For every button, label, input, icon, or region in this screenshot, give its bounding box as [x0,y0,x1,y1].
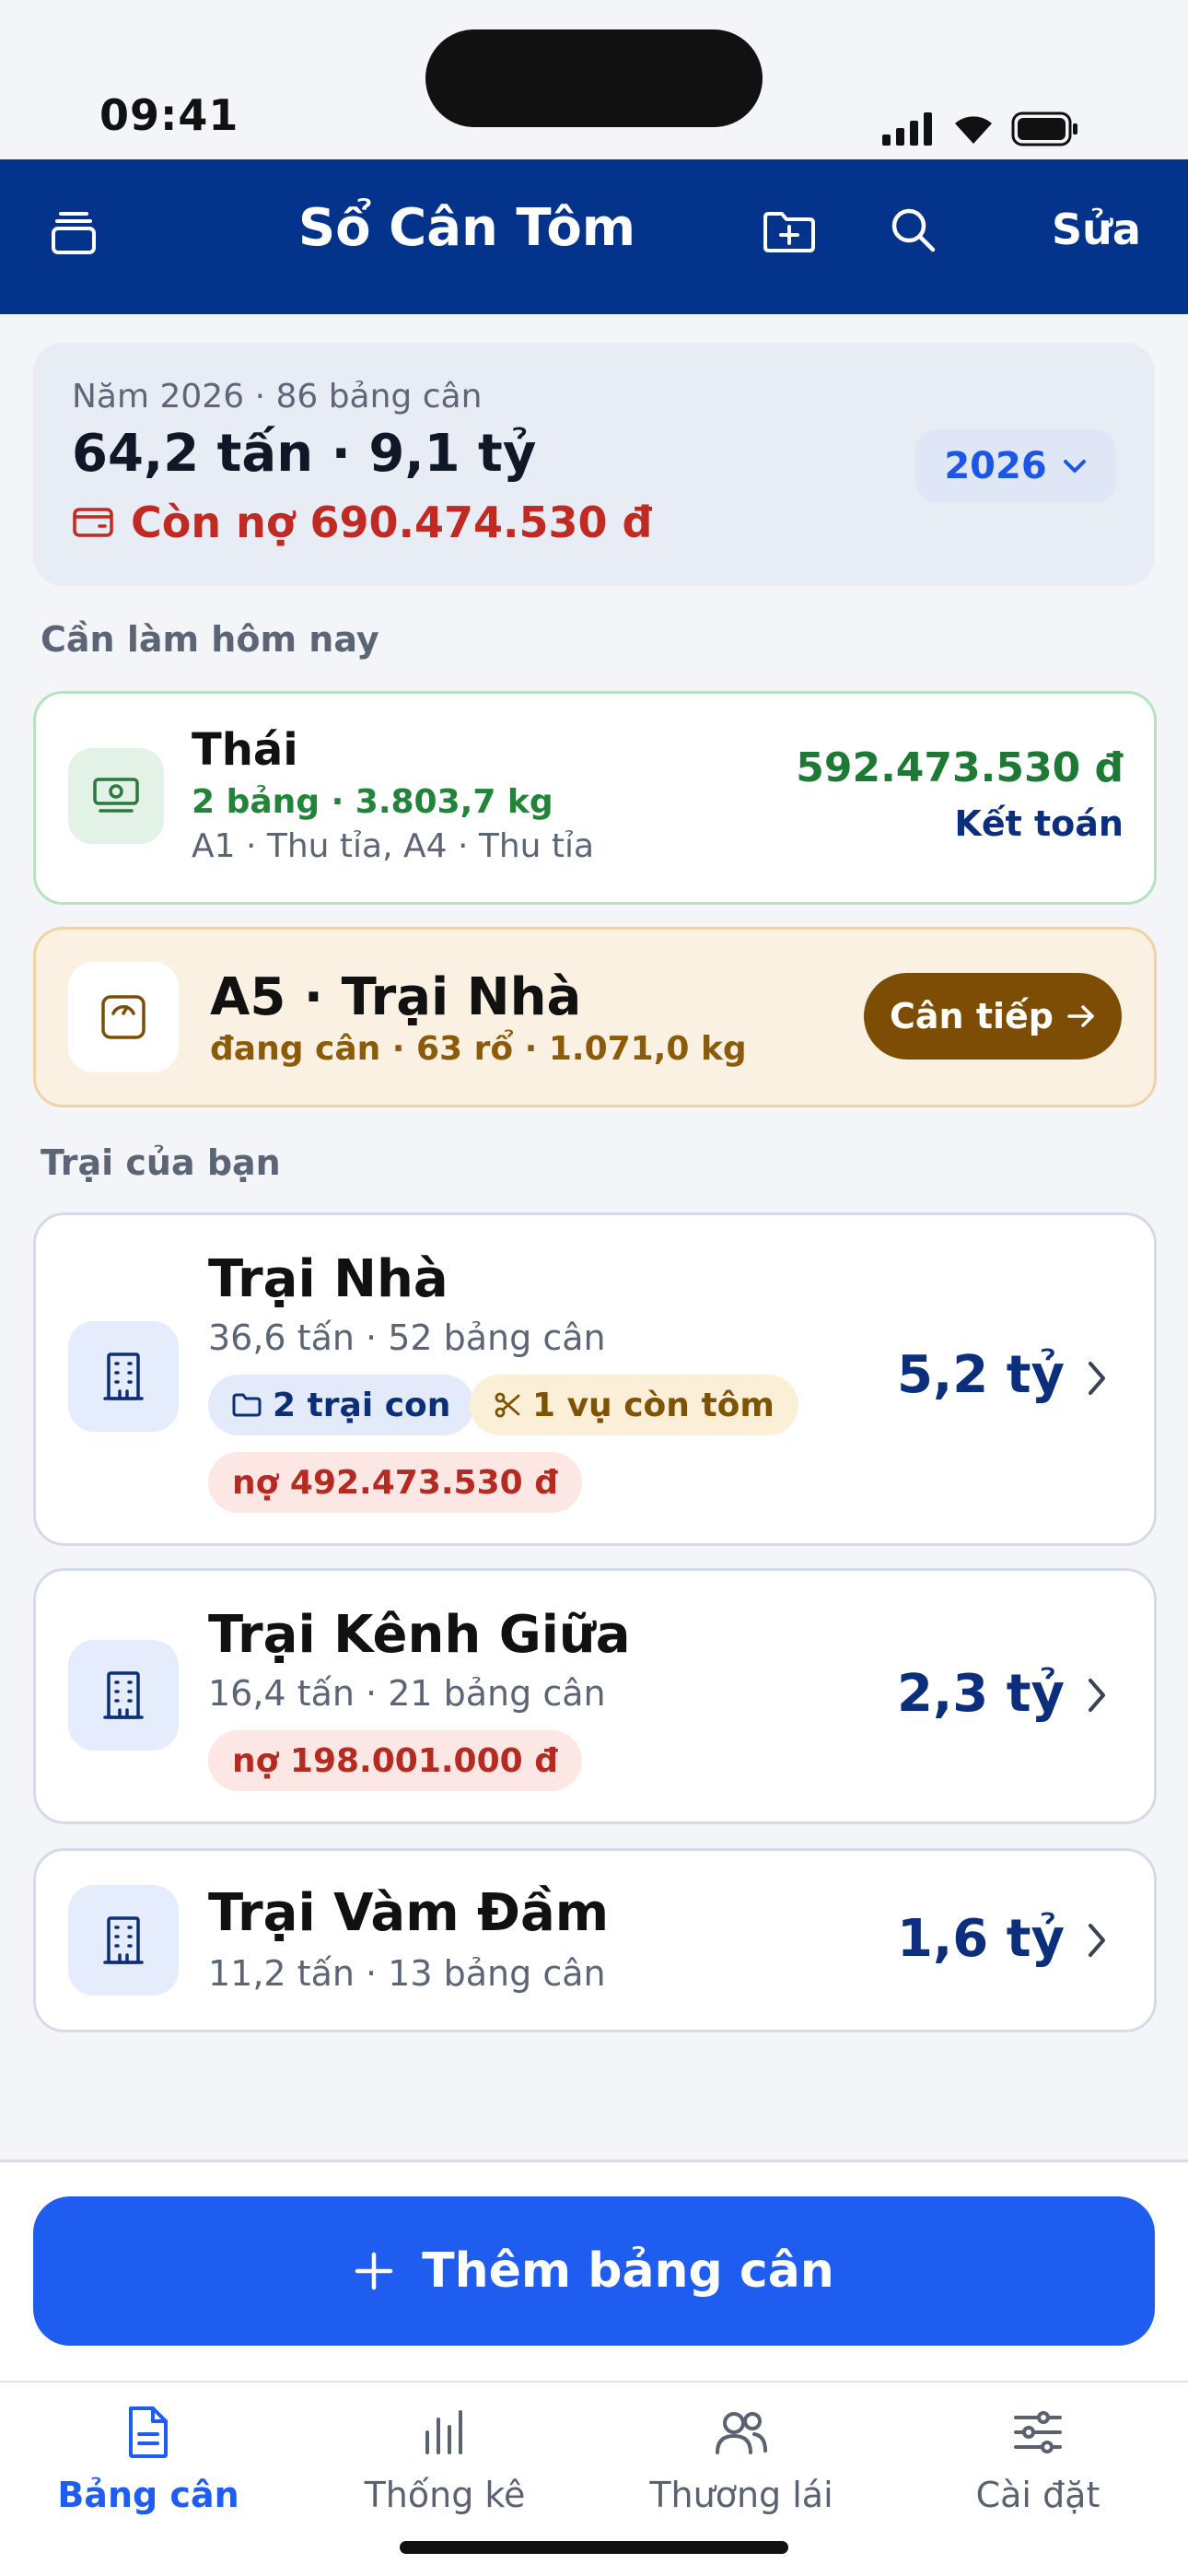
debt-chip: nợ 198.001.000 đ [208,1730,582,1791]
weighing-status: đang cân · 63 rổ · 1.071,0 kg [210,1030,747,1068]
year-value: 2026 [944,445,1047,487]
sliders-icon [1014,2411,1062,2453]
building-icon [103,1671,144,1719]
subfarm-chip-label: 2 trại con [273,1386,451,1424]
farm-value: 5,2 tỷ [897,1345,1065,1405]
wallet-icon [73,508,113,537]
building-icon-box [68,1321,179,1432]
building-icon-box [68,1640,179,1751]
farm-name: Trại Nhà [208,1249,448,1309]
tab-bang-can[interactable]: Bảng cân [0,2405,297,2515]
chevron-right-icon [1089,1679,1105,1712]
cash-icon [93,778,139,813]
tab-label: Thương lái [649,2475,833,2515]
farm-stats: 16,4 tấn · 21 bảng cân [208,1673,606,1714]
summary-totals: 64,2 tấn · 9,1 tỷ [72,424,537,484]
section-label-farms: Trại của bạn [41,1142,281,1183]
farm-value: 1,6 tỷ [897,1909,1065,1969]
tab-thuong-lai[interactable]: Thương lái [593,2405,890,2515]
dynamic-island [425,29,763,127]
building-icon-box [68,1885,179,1996]
debt-chip: nợ 492.473.530 đ [208,1452,582,1513]
subfarm-chip: 2 trại con [208,1375,475,1435]
tab-label: Bảng cân [57,2475,239,2515]
summary-subtitle: Năm 2026 · 86 bảng cân [72,378,483,416]
farm-stats: 11,2 tấn · 13 bảng cân [208,1953,606,1994]
edit-button[interactable]: Sửa [1052,205,1141,254]
plus-icon [355,2252,393,2290]
chevron-right-icon [1089,1924,1105,1957]
battery-icon [1011,111,1077,146]
cash-icon-box [68,748,164,844]
tab-label: Cài đặt [975,2475,1101,2515]
document-icon [129,2406,168,2458]
farm-value: 2,3 tỷ [897,1664,1065,1724]
continue-weighing-label: Cân tiếp [890,996,1054,1036]
chevron-right-icon [1089,1362,1105,1395]
wifi-icon [955,116,992,144]
weighing-title: A5 · Trại Nhà [210,967,582,1027]
folder-icon [232,1393,262,1417]
bar-chart-icon [425,2410,462,2454]
search-icon[interactable] [886,203,941,258]
farm-name: Trại Kênh Giữa [208,1605,631,1665]
debt-chip-label: nợ 492.473.530 đ [232,1463,558,1502]
users-icon [716,2412,767,2454]
settle-details: A1 · Thu tỉa, A4 · Thu tỉa [192,827,595,865]
home-indicator [400,2541,788,2554]
add-weigh-sheet-button[interactable]: Thêm bảng cân [33,2196,1155,2346]
trader-name: Thái [192,724,298,776]
scissors-icon [495,1392,520,1418]
crop-chip: 1 vụ còn tôm [470,1375,798,1435]
continue-weighing-button[interactable]: Cân tiếp [864,973,1122,1060]
summary-debt: Còn nợ 690.474.530 đ [72,498,652,547]
tab-thong-ke[interactable]: Thống kê [297,2405,593,2515]
crop-chip-label: 1 vụ còn tôm [532,1386,775,1424]
farm-stats: 36,6 tấn · 52 bảng cân [208,1317,606,1358]
add-weigh-sheet-label: Thêm bảng cân [422,2243,834,2299]
farm-name: Trại Vàm Đầm [208,1883,610,1943]
arrow-right-icon [1067,1005,1094,1027]
settle-summary: 2 bảng · 3.803,7 kg [192,783,553,821]
folder-plus-icon[interactable] [761,206,818,258]
year-selector[interactable]: 2026 [915,429,1116,503]
building-icon [103,1916,144,1964]
status-icons [880,109,1079,149]
scale-icon-box [68,962,179,1072]
tab-cai-dat[interactable]: Cài đặt [890,2405,1186,2515]
settle-button[interactable]: Kết toán [829,803,1124,844]
tab-label: Thống kê [364,2475,526,2515]
signal-icon [882,112,932,146]
summary-debt-text: Còn nợ 690.474.530 đ [131,498,653,547]
building-icon [103,1352,144,1400]
debt-chip-label: nợ 198.001.000 đ [232,1741,558,1780]
scale-icon [101,995,146,1039]
section-label-today: Cần làm hôm nay [41,619,379,660]
chevron-down-icon [1063,460,1086,473]
settle-amount: 592.473.530 đ [796,744,1124,791]
status-time: 09:41 [99,90,239,140]
